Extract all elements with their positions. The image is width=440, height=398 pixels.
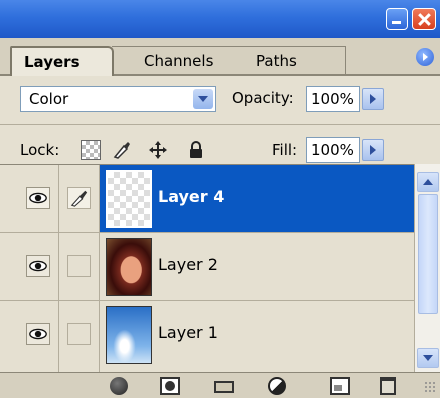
new-layer-icon[interactable]: [330, 377, 350, 395]
visibility-cell[interactable]: [18, 301, 59, 372]
palette-menu-icon[interactable]: [416, 48, 434, 66]
layer-area[interactable]: Layer 2: [100, 233, 414, 300]
tab-channels[interactable]: Channels: [112, 46, 230, 74]
title-bar: [0, 0, 440, 38]
close-button[interactable]: [412, 8, 436, 30]
tab-strip: Channels Paths Layers: [0, 38, 440, 76]
opacity-label: Opacity:: [232, 89, 294, 107]
lock-position-move-icon[interactable]: [148, 140, 168, 160]
opacity-slider-arrow-icon[interactable]: [362, 88, 384, 110]
visibility-cell[interactable]: [18, 165, 59, 232]
lock-label: Lock:: [20, 141, 60, 159]
scroll-thumb[interactable]: [418, 194, 438, 314]
visibility-cell[interactable]: [18, 233, 59, 300]
layer-area[interactable]: Layer 1: [100, 301, 414, 372]
layer-row-2[interactable]: Layer 2: [0, 233, 414, 301]
adjustment-layer-icon[interactable]: [268, 377, 286, 395]
tab-layers[interactable]: Layers: [10, 46, 114, 76]
vertical-scrollbar[interactable]: [414, 164, 440, 372]
layer-name: Layer 2: [158, 255, 218, 274]
layer-row-4[interactable]: Layer 4: [0, 165, 414, 233]
layer-name: Layer 4: [158, 187, 225, 206]
chevron-down-icon[interactable]: [193, 89, 213, 109]
layer-thumbnail: [106, 238, 152, 296]
lock-image-brush-icon[interactable]: [112, 140, 132, 160]
new-group-folder-icon[interactable]: [214, 381, 234, 393]
layer-thumbnail: [106, 306, 152, 364]
layer-selected-area[interactable]: Layer 4: [100, 165, 414, 232]
eye-icon[interactable]: [26, 255, 50, 277]
tab-paths[interactable]: Paths: [228, 46, 346, 74]
link-cell[interactable]: [59, 301, 100, 372]
link-empty-box: [67, 255, 91, 277]
link-cell[interactable]: [59, 233, 100, 300]
blend-mode-value: Color: [29, 90, 69, 108]
opacity-field[interactable]: 100%: [306, 86, 360, 112]
fill-field[interactable]: 100%: [306, 137, 360, 163]
layer-thumbnail: [106, 170, 152, 228]
link-empty-box: [67, 323, 91, 345]
lock-transparency-icon[interactable]: [81, 140, 101, 160]
resize-grip-icon[interactable]: [424, 381, 436, 393]
blend-mode-select[interactable]: Color: [20, 86, 216, 112]
scroll-down-icon[interactable]: [417, 348, 439, 368]
layers-list: Layer 4 Layer 2 Layer 1: [0, 164, 414, 373]
eye-icon[interactable]: [26, 187, 50, 209]
paintbrush-icon: [67, 187, 91, 209]
trash-icon[interactable]: [380, 377, 396, 395]
add-mask-icon[interactable]: [160, 377, 180, 395]
bottom-toolbar: [0, 372, 440, 398]
layers-palette: Channels Paths Layers Color Opacity: 100…: [0, 0, 440, 398]
layer-name: Layer 1: [158, 323, 218, 342]
layer-row-1[interactable]: Layer 1: [0, 301, 414, 373]
scroll-up-icon[interactable]: [417, 172, 439, 192]
fill-label: Fill:: [272, 141, 298, 159]
eye-icon[interactable]: [26, 323, 50, 345]
fill-slider-arrow-icon[interactable]: [362, 139, 384, 161]
layer-style-fx-icon[interactable]: [110, 377, 128, 395]
divider: [0, 124, 440, 125]
minimize-button[interactable]: [386, 8, 408, 30]
link-cell[interactable]: [59, 165, 100, 232]
lock-all-padlock-icon[interactable]: [186, 140, 206, 160]
